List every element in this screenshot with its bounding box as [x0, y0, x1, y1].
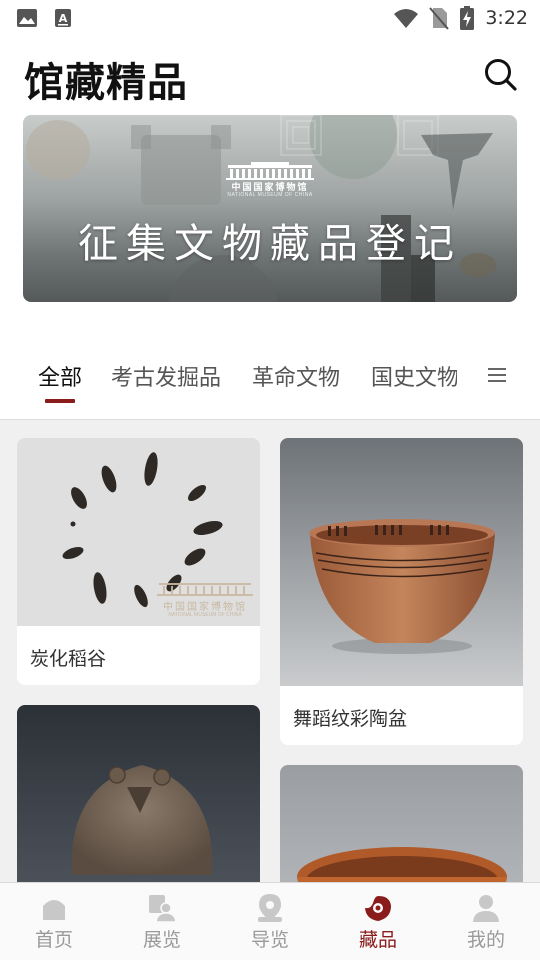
nav-collection-label: 藏品: [358, 929, 397, 951]
nav-guide[interactable]: 导览: [216, 883, 324, 960]
exhibition-icon: [149, 895, 177, 923]
collection-card[interactable]: [280, 765, 523, 882]
home-icon: [43, 900, 65, 920]
collection-item-image: [280, 438, 523, 686]
nav-collection[interactable]: 藏品: [324, 883, 432, 960]
svg-text:A: A: [59, 12, 68, 25]
banner-logo-english: NATIONAL MUSEUM OF CHINA: [227, 192, 313, 198]
wifi-icon: [394, 9, 419, 28]
menu-icon[interactable]: [485, 363, 509, 387]
no-sim-icon: [429, 7, 450, 30]
collection-item-name: 炭化稻谷: [30, 648, 107, 670]
location-pin-icon: [258, 894, 282, 922]
tab-active-indicator: [45, 399, 75, 403]
collection-icon: [365, 896, 391, 921]
nav-guide-label: 导览: [250, 929, 289, 951]
collection-card[interactable]: 中国国家博物馆 NATIONAL MUSEUM OF CHINA 炭化稻谷: [17, 438, 260, 685]
collection-item-name: 舞蹈纹彩陶盆: [293, 708, 408, 730]
collection-card[interactable]: 舞蹈纹彩陶盆: [280, 438, 523, 745]
bottom-navigation: 首页 展览 导览 藏品 我的: [0, 882, 540, 960]
battery-charging-icon: [460, 6, 475, 30]
nav-profile[interactable]: 我的: [432, 883, 540, 960]
nav-profile-label: 我的: [466, 929, 505, 951]
tab-national-history[interactable]: 国史文物: [371, 360, 457, 392]
image-icon: [17, 9, 37, 27]
page-title: 馆藏精品: [24, 59, 188, 106]
nav-exhibition[interactable]: 展览: [108, 883, 216, 960]
collection-item-image: [280, 765, 523, 882]
banner-artifacts-image: [26, 115, 496, 302]
collection-grid: 中国国家博物馆 NATIONAL MUSEUM OF CHINA 炭化稻谷 舞蹈…: [0, 420, 540, 882]
watermark-english: NATIONAL MUSEUM OF CHINA: [168, 612, 242, 618]
watermark-chinese: 中国国家博物馆: [163, 602, 247, 613]
banner-carousel[interactable]: 中国国家博物馆 NATIONAL MUSEUM OF CHINA 征集文物藏品登…: [23, 115, 517, 302]
nav-home[interactable]: 首页: [0, 883, 108, 960]
status-time: 3:22: [485, 7, 528, 29]
collection-card[interactable]: [17, 705, 260, 882]
search-icon[interactable]: [482, 56, 518, 92]
profile-icon: [473, 895, 499, 922]
nav-home-label: 首页: [34, 929, 73, 951]
tab-archaeological[interactable]: 考古发掘品: [111, 360, 221, 392]
status-bar: A 3:22: [0, 0, 540, 36]
category-tabs: 全部 考古发掘品 革命文物 国史文物: [0, 340, 540, 420]
tab-all[interactable]: 全部: [38, 360, 82, 392]
collection-item-image: [17, 705, 260, 882]
nav-exhibition-label: 展览: [142, 929, 181, 951]
header: 馆藏精品: [0, 36, 540, 114]
banner-title: 征集文物藏品登记: [78, 221, 462, 267]
tab-revolutionary[interactable]: 革命文物: [252, 360, 340, 392]
text-a-icon: A: [55, 9, 71, 27]
